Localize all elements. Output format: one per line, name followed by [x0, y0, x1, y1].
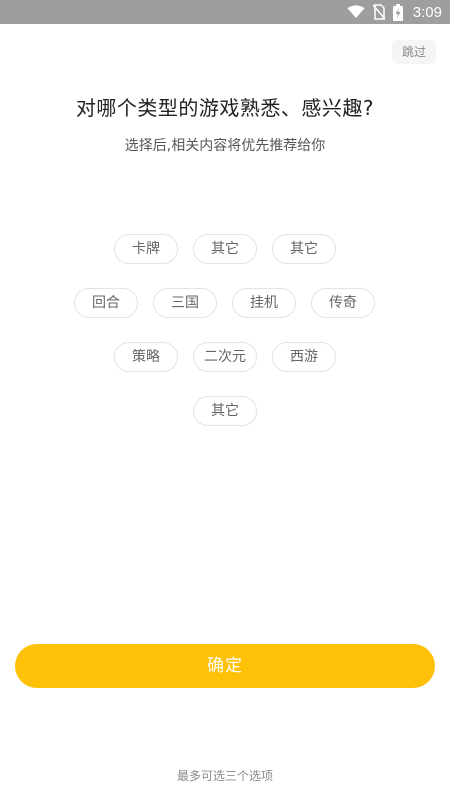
- tag-option[interactable]: 传奇: [311, 288, 375, 318]
- status-time: 3:09: [412, 3, 442, 21]
- no-sim-icon: [372, 4, 385, 20]
- footer-hint: 最多可选三个选项: [176, 769, 273, 783]
- tag-option[interactable]: 其它: [272, 234, 336, 264]
- tag-option[interactable]: 其它: [193, 396, 257, 426]
- status-bar: 3:09: [0, 0, 450, 24]
- tag-option[interactable]: 二次元: [193, 342, 257, 372]
- page-title: 对哪个类型的游戏熟悉、感兴趣?: [75, 96, 375, 120]
- wifi-icon: [347, 5, 365, 19]
- page-subtitle: 选择后,相关内容将优先推荐给你: [124, 138, 326, 154]
- tag-option[interactable]: 策略: [114, 342, 178, 372]
- tag-option[interactable]: 卡牌: [114, 234, 178, 264]
- skip-button[interactable]: 跳过: [392, 40, 436, 64]
- confirm-button[interactable]: 确定: [15, 644, 435, 688]
- tag-option[interactable]: 三国: [153, 288, 217, 318]
- tag-option[interactable]: 回合: [74, 288, 138, 318]
- tag-option[interactable]: 挂机: [232, 288, 296, 318]
- tag-option[interactable]: 其它: [193, 234, 257, 264]
- status-icons: 3:09: [347, 0, 442, 24]
- battery-charging-icon: [392, 3, 403, 21]
- tag-option[interactable]: 西游: [272, 342, 336, 372]
